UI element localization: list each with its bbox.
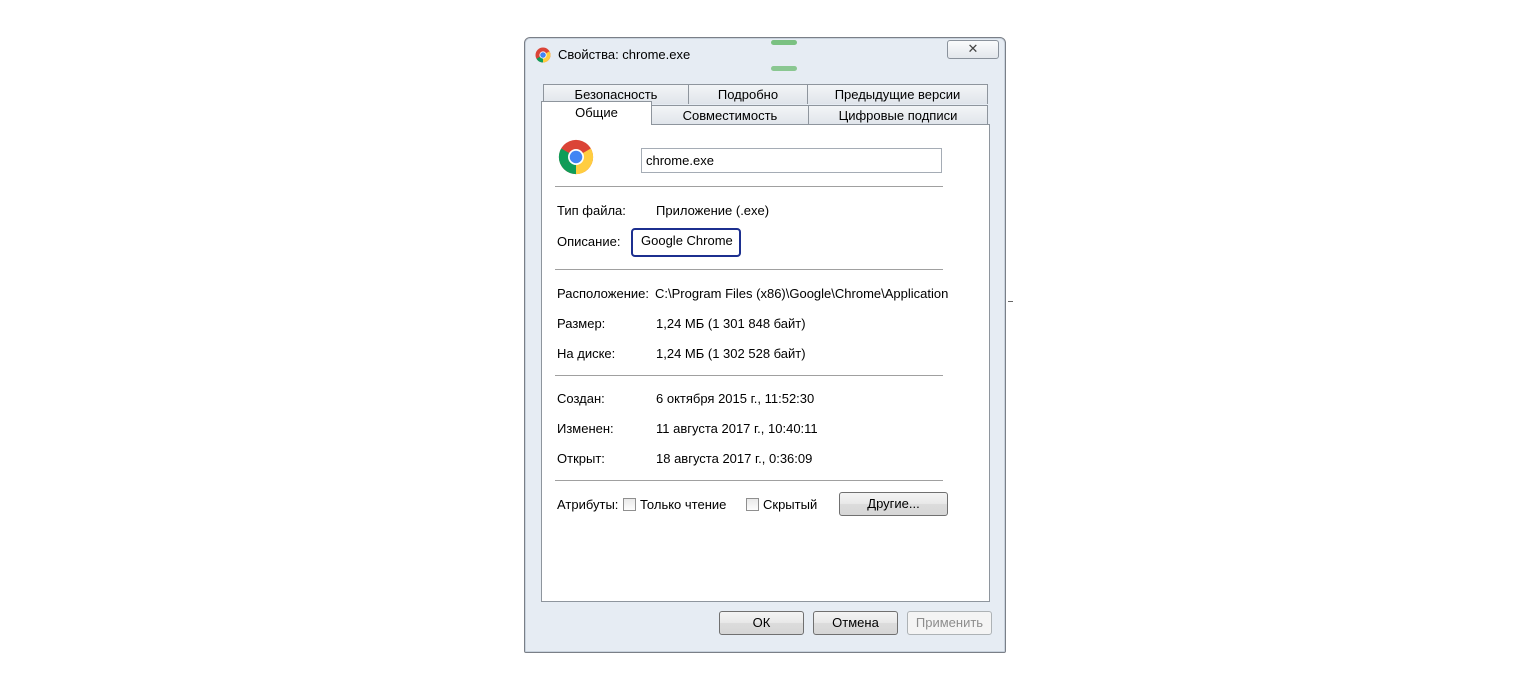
chrome-icon [535, 47, 551, 63]
chrome-icon [558, 139, 594, 175]
button-label: Применить [915, 615, 984, 630]
hidden-checkbox[interactable] [746, 498, 759, 511]
background-accent [771, 40, 797, 45]
file-name-field[interactable] [641, 148, 942, 173]
title-bar[interactable]: Свойства: chrome.exe ✕ [525, 38, 1005, 72]
button-label: Отмена [832, 615, 879, 630]
opened-label: Открыт: [557, 451, 605, 466]
tab-digital-signatures[interactable]: Цифровые подписи [808, 105, 988, 125]
tab-previous-versions[interactable]: Предыдущие версии [807, 84, 988, 104]
description-label: Описание: [557, 234, 621, 249]
disk-size-label: На диске: [557, 346, 616, 361]
background-accent [771, 66, 797, 71]
close-button[interactable]: ✕ [947, 40, 999, 59]
cancel-button[interactable]: Отмена [813, 611, 898, 635]
readonly-label[interactable]: Только чтение [640, 497, 726, 512]
file-type-value: Приложение (.exe) [656, 203, 770, 218]
close-icon: ✕ [967, 41, 979, 56]
tab-label: Безопасность [574, 87, 658, 102]
tab-label: Совместимость [682, 108, 778, 123]
size-label: Размер: [557, 316, 606, 331]
opened-value: 18 августа 2017 г., 0:36:09 [656, 451, 813, 466]
separator [555, 269, 943, 271]
button-label: Другие... [867, 496, 920, 511]
tab-label: Общие [575, 105, 618, 120]
separator [555, 375, 943, 377]
apply-button[interactable]: Применить [907, 611, 992, 635]
tab-general[interactable]: Общие [541, 101, 652, 125]
tab-details[interactable]: Подробно [688, 84, 808, 104]
tab-label: Цифровые подписи [838, 108, 958, 123]
separator [555, 480, 943, 482]
hidden-label[interactable]: Скрытый [763, 497, 817, 512]
separator [555, 186, 943, 188]
window-title: Свойства: chrome.exe [558, 47, 691, 62]
readonly-checkbox[interactable] [623, 498, 636, 511]
created-label: Создан: [557, 391, 605, 406]
properties-dialog: Свойства: chrome.exe ✕ Безопасность Подр… [524, 37, 1006, 653]
button-label: ОК [752, 615, 771, 630]
general-tab-panel [541, 124, 990, 602]
modified-value: 11 августа 2017 г., 10:40:11 [656, 421, 818, 436]
tab-label: Предыдущие версии [834, 87, 961, 102]
other-attributes-button[interactable]: Другие... [839, 492, 948, 516]
modified-label: Изменен: [557, 421, 614, 436]
size-value: 1,24 МБ (1 301 848 байт) [656, 316, 806, 331]
tab-compatibility[interactable]: Совместимость [651, 105, 809, 125]
background-mark [1008, 301, 1013, 302]
created-value: 6 октября 2015 г., 11:52:30 [656, 391, 815, 406]
disk-size-value: 1,24 МБ (1 302 528 байт) [656, 346, 806, 361]
file-type-label: Тип файла: [557, 203, 626, 218]
tab-label: Подробно [717, 87, 779, 102]
description-value: Google Chrome [641, 233, 733, 248]
location-label: Расположение: [557, 286, 649, 301]
ok-button[interactable]: ОК [719, 611, 804, 635]
attributes-label: Атрибуты: [557, 497, 619, 512]
location-value: C:\Program Files (x86)\Google\Chrome\App… [655, 286, 949, 301]
